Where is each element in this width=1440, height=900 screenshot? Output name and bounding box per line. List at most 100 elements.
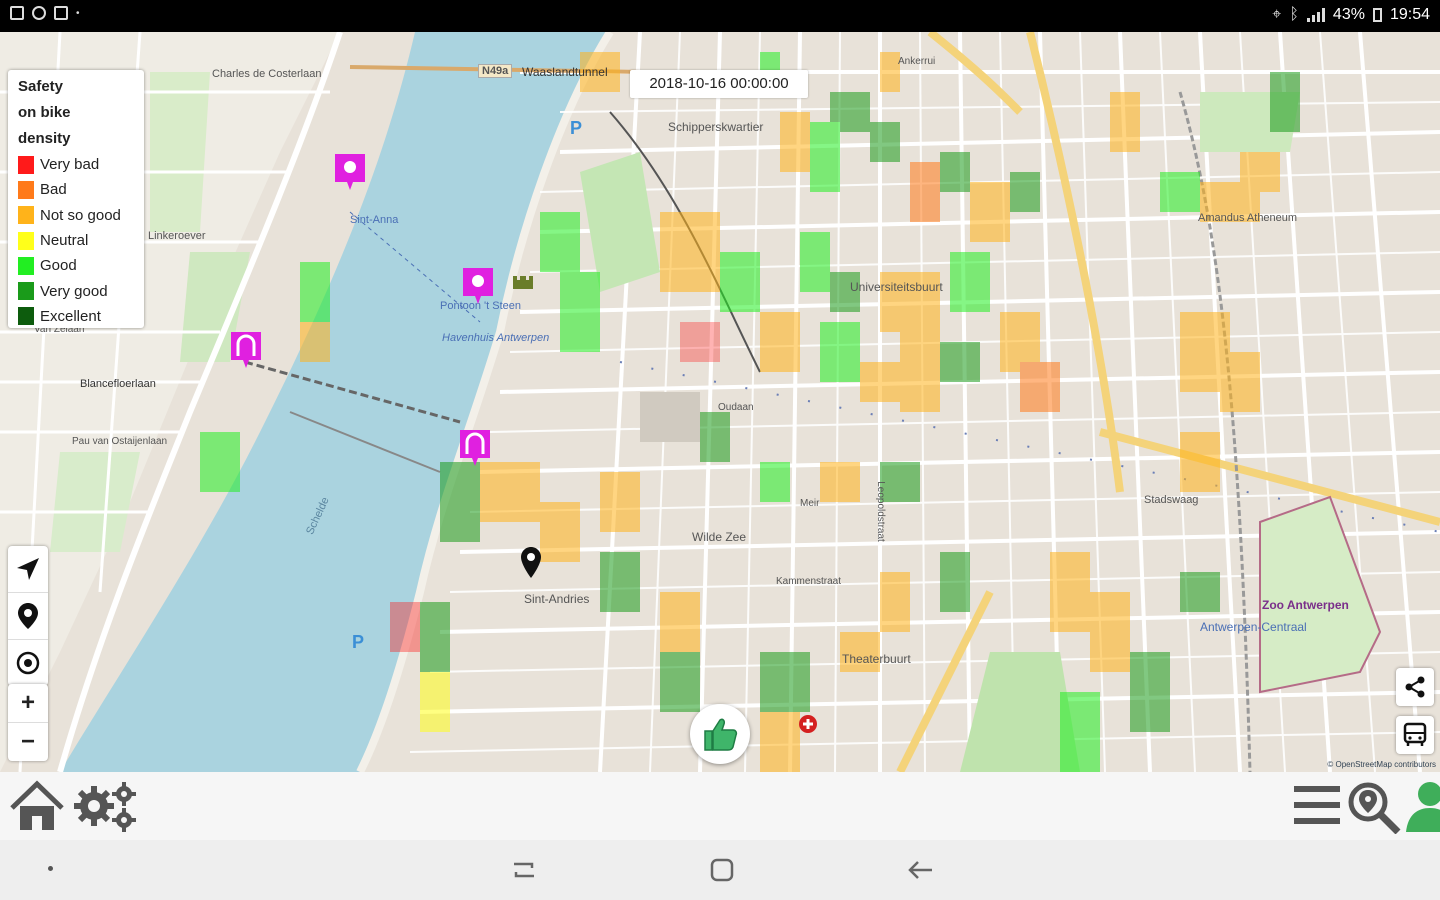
locate-button[interactable]	[8, 546, 48, 593]
legend-swatch	[18, 256, 34, 275]
bluetooth-status-icon: ᛒ	[1289, 6, 1299, 23]
map-label: Zoo Antwerpen	[1262, 598, 1349, 612]
location-status-icon: ⌖	[1272, 6, 1282, 23]
density-legend: Safety on bike density Very bad Bad Not …	[8, 70, 144, 328]
settings-button[interactable]	[72, 780, 142, 834]
map-search-icon	[1348, 782, 1401, 834]
map-label: Oudaan	[718, 402, 754, 413]
home-icon	[10, 780, 64, 830]
clock: 19:54	[1389, 6, 1430, 23]
navigation-arrow-icon	[17, 558, 39, 580]
recent-apps-icon	[514, 862, 534, 878]
legend-swatch	[18, 231, 34, 250]
share-button[interactable]	[1396, 668, 1434, 706]
map-label: Wilde Zee	[692, 530, 747, 544]
share-icon	[1405, 676, 1425, 698]
map-controls	[8, 546, 48, 686]
bottom-app-bar	[0, 772, 1440, 840]
gears-icon	[74, 782, 136, 832]
map-pin-icon	[18, 603, 38, 629]
user-icon	[1406, 782, 1440, 832]
location-pin-marker[interactable]	[520, 546, 542, 580]
zoom-out-button[interactable]: −	[8, 722, 48, 761]
legend-label: Not so good	[40, 206, 121, 224]
home-button[interactable]	[8, 780, 66, 832]
legend-label: Good	[40, 257, 77, 275]
legend-item: Very bad	[18, 152, 134, 177]
castle-icon	[513, 276, 533, 289]
map-attribution[interactable]: © OpenStreetMap contributors	[1327, 760, 1436, 769]
map-search-button[interactable]	[1346, 780, 1402, 834]
back-button[interactable]	[906, 856, 936, 884]
transit-button[interactable]	[1396, 716, 1434, 754]
legend-label: Excellent	[40, 307, 101, 325]
legend-item: Neutral	[18, 228, 134, 253]
thumbs-up-icon	[704, 718, 738, 751]
legend-item: Good	[18, 253, 134, 278]
center-map-button[interactable]	[8, 640, 48, 686]
map-label: Schipperskwartier	[668, 120, 764, 134]
legend-swatch	[18, 180, 34, 199]
map-label: Blancefloerlaan	[80, 378, 156, 390]
legend-swatch	[18, 307, 34, 326]
home-nav-button[interactable]	[708, 856, 736, 884]
map-label: Universiteitsbuurt	[850, 280, 943, 294]
add-pin-button[interactable]	[8, 593, 48, 640]
hamburger-icon	[1294, 786, 1340, 824]
more-notifications-icon: •	[76, 7, 80, 19]
legend-swatch	[18, 155, 34, 174]
profile-button[interactable]	[1404, 780, 1440, 834]
legend-item: Not so good	[18, 203, 134, 228]
battery-percent: 43%	[1332, 6, 1365, 23]
map-label: Sint-Andries	[524, 592, 590, 606]
menu-button[interactable]	[1292, 782, 1342, 830]
zoom-controls: + −	[8, 684, 48, 761]
battery-icon	[1372, 8, 1382, 22]
parking-icon: P	[352, 632, 365, 652]
browser-notification-icon	[32, 6, 46, 20]
map-label: Havenhuis Antwerpen	[442, 332, 550, 344]
map-label: Ankerrui	[898, 56, 936, 67]
ferry-marker[interactable]	[333, 152, 367, 192]
legend-label: Very bad	[40, 156, 100, 174]
notification-icons: •	[10, 6, 80, 20]
system-indicators: ⌖ ᛒ 43% 19:54	[1272, 6, 1430, 24]
map-label: Waaslandtunnel	[522, 65, 608, 79]
nav-dot-icon	[48, 866, 53, 871]
legend-title-line: on bike	[18, 104, 71, 121]
legend-item: Very good	[18, 278, 134, 303]
map-label: Meir	[800, 498, 820, 509]
timestamp-label: 2018-10-16 00:00:00	[630, 70, 808, 98]
legend-label: Neutral	[40, 232, 89, 250]
map-view[interactable]: Charles de Costerlaan N49a Waaslandtunne…	[0, 32, 1440, 772]
map-label: Amandus Atheneum	[1198, 212, 1298, 224]
legend-title-line: density	[18, 130, 71, 147]
map-label: Leopoldstraat	[874, 481, 886, 542]
map-label: Charles de Costerlaan	[212, 68, 322, 80]
file-notification-icon	[54, 6, 68, 20]
map-label: Kammenstraat	[776, 576, 842, 587]
legend-title-line: Safety	[18, 78, 64, 95]
legend-label: Bad	[40, 181, 67, 199]
signal-icon	[1306, 8, 1325, 22]
target-icon	[16, 651, 40, 675]
map-label: Linkeroever	[148, 230, 206, 242]
hospital-icon	[799, 715, 817, 733]
legend-item: Bad	[18, 177, 134, 202]
bus-icon	[1403, 722, 1427, 746]
tunnel-marker[interactable]	[229, 330, 263, 370]
rate-safety-button[interactable]	[690, 704, 750, 764]
map-label: Stadswaag	[1144, 494, 1199, 506]
legend-label: Very good	[40, 282, 108, 300]
back-arrow-icon	[908, 861, 932, 879]
home-nav-icon	[710, 858, 734, 882]
map-label: Theaterbuurt	[842, 652, 911, 666]
system-navigation-bar	[0, 840, 1440, 900]
parking-icon: P	[570, 118, 583, 138]
status-bar: • ⌖ ᛒ 43% 19:54	[0, 0, 1440, 32]
image-notification-icon	[10, 6, 24, 20]
recent-apps-button[interactable]	[510, 858, 538, 882]
zoom-in-button[interactable]: +	[8, 684, 48, 722]
ferry-marker[interactable]	[461, 266, 495, 306]
tunnel-marker[interactable]	[458, 428, 492, 468]
